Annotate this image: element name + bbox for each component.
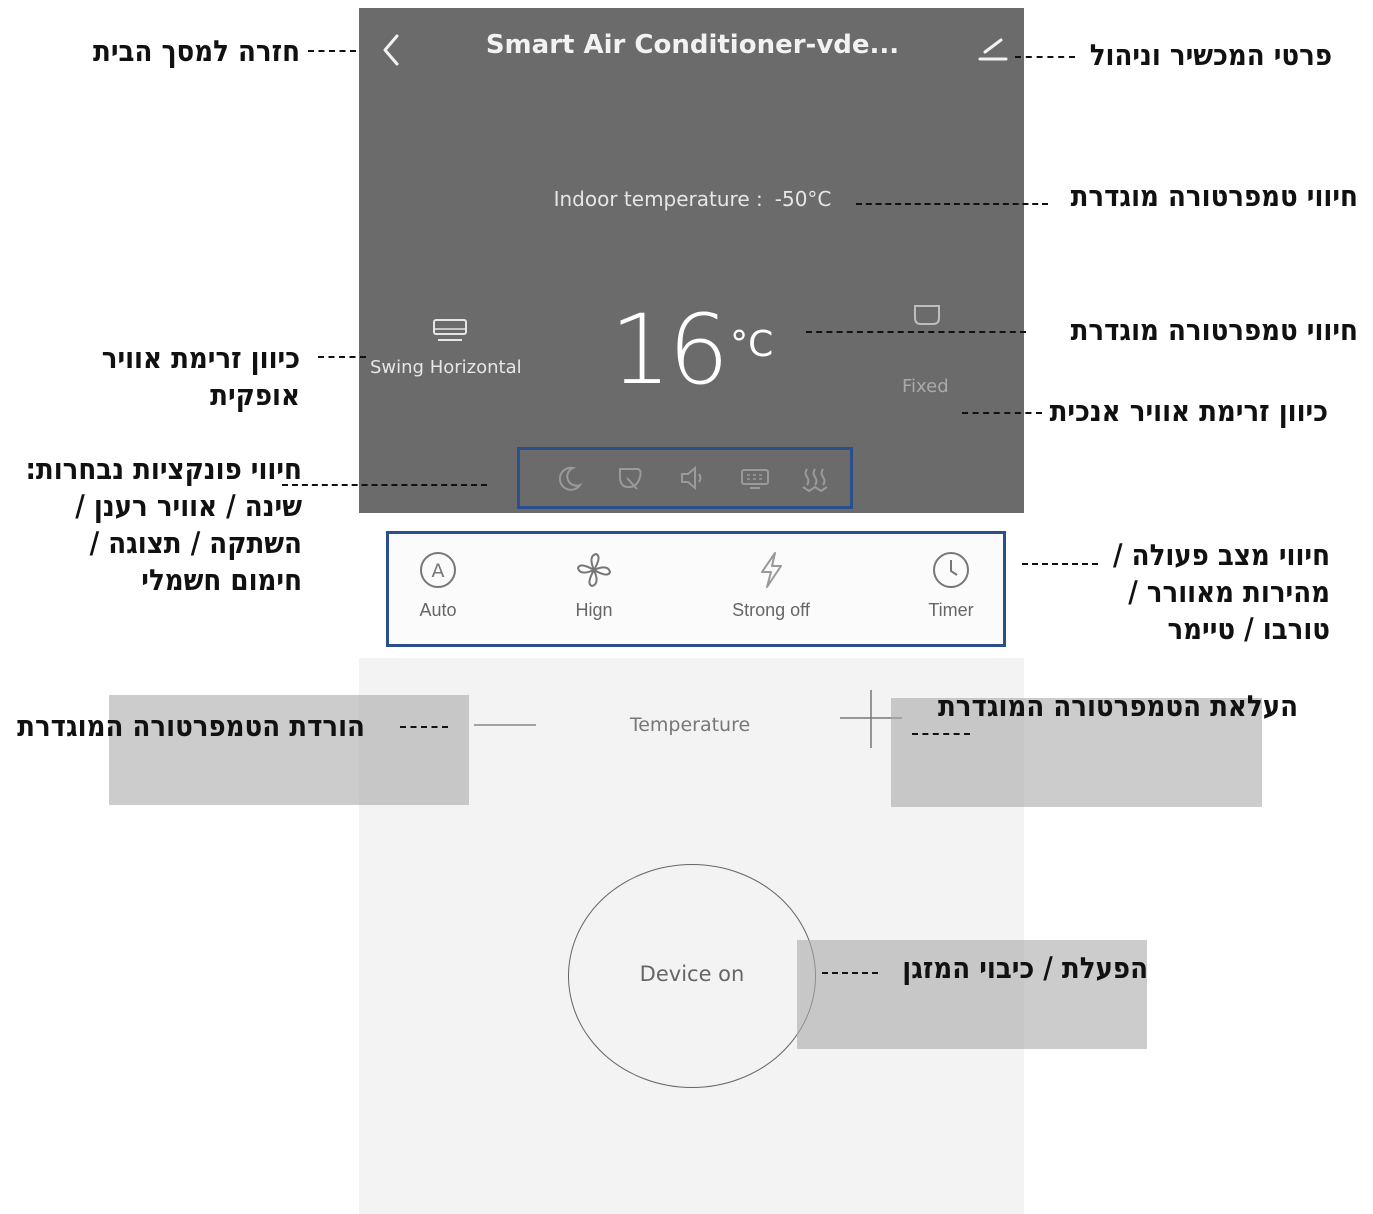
leader-line — [822, 972, 878, 974]
indoor-temperature-label: Indoor temperature : — [553, 187, 763, 211]
mode-turbo-label: Strong off — [732, 600, 810, 620]
svg-text:A: A — [432, 560, 445, 582]
temperature-label: Temperature — [629, 714, 751, 736]
leaf-icon — [619, 468, 642, 490]
annotation-swing-horizontal: כיוון זרימת אוויר אופקית — [101, 341, 300, 412]
mode-fan-speed-label: Hign — [575, 600, 613, 620]
mode-timer[interactable]: Timer — [896, 550, 1006, 621]
annotation-back-home: חזרה למסך הבית — [93, 34, 300, 68]
annotation-indoor-temp: חיווי טמפרטורה מוגדרת — [1070, 179, 1358, 213]
auto-icon: A — [420, 552, 456, 588]
mode-bar: A Auto Hign Strong off Timer — [386, 531, 1006, 647]
leader-line — [282, 484, 487, 486]
leader-line — [962, 412, 1042, 414]
lightning-icon — [761, 552, 782, 588]
annotation-temp-down: הורדת הטמפרטורה המוגדרת — [17, 709, 365, 743]
swing-vertical-label[interactable]: Fixed — [902, 376, 949, 397]
indoor-temperature-value: -50°C — [774, 187, 832, 211]
set-temperature-value: 16 — [610, 294, 729, 406]
fan-icon — [576, 552, 612, 588]
display-icon — [741, 469, 769, 489]
leader-line — [1022, 563, 1098, 565]
swing-vertical-icon[interactable] — [912, 303, 942, 327]
edit-pencil-icon[interactable] — [975, 34, 1011, 64]
annotation-functions: חיווי פונקציות נבחרות: שינה / אוויר רענן… — [25, 452, 302, 597]
annotation-set-temp: חיווי טמפרטורה מוגדרת — [1070, 313, 1358, 347]
moon-icon — [558, 466, 583, 491]
annotation-modes: חיווי מצב פעולה / מהירות מאוורר / טורבו … — [1113, 538, 1330, 646]
device-title: Smart Air Conditioner-vde... — [485, 30, 900, 60]
heating-icon — [802, 468, 828, 493]
leader-line — [806, 331, 1026, 333]
annotation-power: הפעלת / כיבוי המזגן — [902, 951, 1148, 985]
annotation-temp-up: העלאת הטמפרטורה המוגדרת — [937, 689, 1298, 723]
annotation-device-details: פרטי המכשיר וניהול — [1089, 38, 1332, 72]
leader-line — [400, 726, 448, 728]
leader-line — [856, 203, 1048, 205]
leader-line — [318, 356, 366, 358]
device-status-panel — [359, 8, 1024, 513]
mode-timer-label: Timer — [928, 600, 974, 620]
set-temperature-unit: °C — [730, 324, 774, 365]
minus-icon[interactable] — [472, 718, 538, 732]
indoor-temperature: Indoor temperature : -50°C — [520, 187, 865, 211]
power-button-label: Device on — [639, 962, 745, 986]
swing-horizontal-icon[interactable] — [430, 318, 470, 346]
back-chevron-icon[interactable] — [377, 28, 407, 72]
mode-auto-label: Auto — [419, 600, 457, 620]
clock-icon — [933, 552, 969, 588]
mode-turbo[interactable]: Strong off — [716, 550, 826, 621]
selected-functions-indicator — [517, 447, 853, 509]
mode-fan-speed[interactable]: Hign — [539, 550, 649, 621]
mode-auto[interactable]: A Auto — [383, 550, 493, 621]
leader-line — [1015, 56, 1075, 58]
leader-line — [912, 733, 970, 735]
speaker-icon — [681, 465, 702, 491]
set-temperature-display: 16 °C — [610, 300, 773, 410]
annotation-swing-vertical: כיוון זרימת אוויר אנכית — [1049, 394, 1328, 428]
leader-line — [308, 50, 356, 52]
swing-horizontal-label[interactable]: Swing Horizontal — [370, 357, 522, 378]
